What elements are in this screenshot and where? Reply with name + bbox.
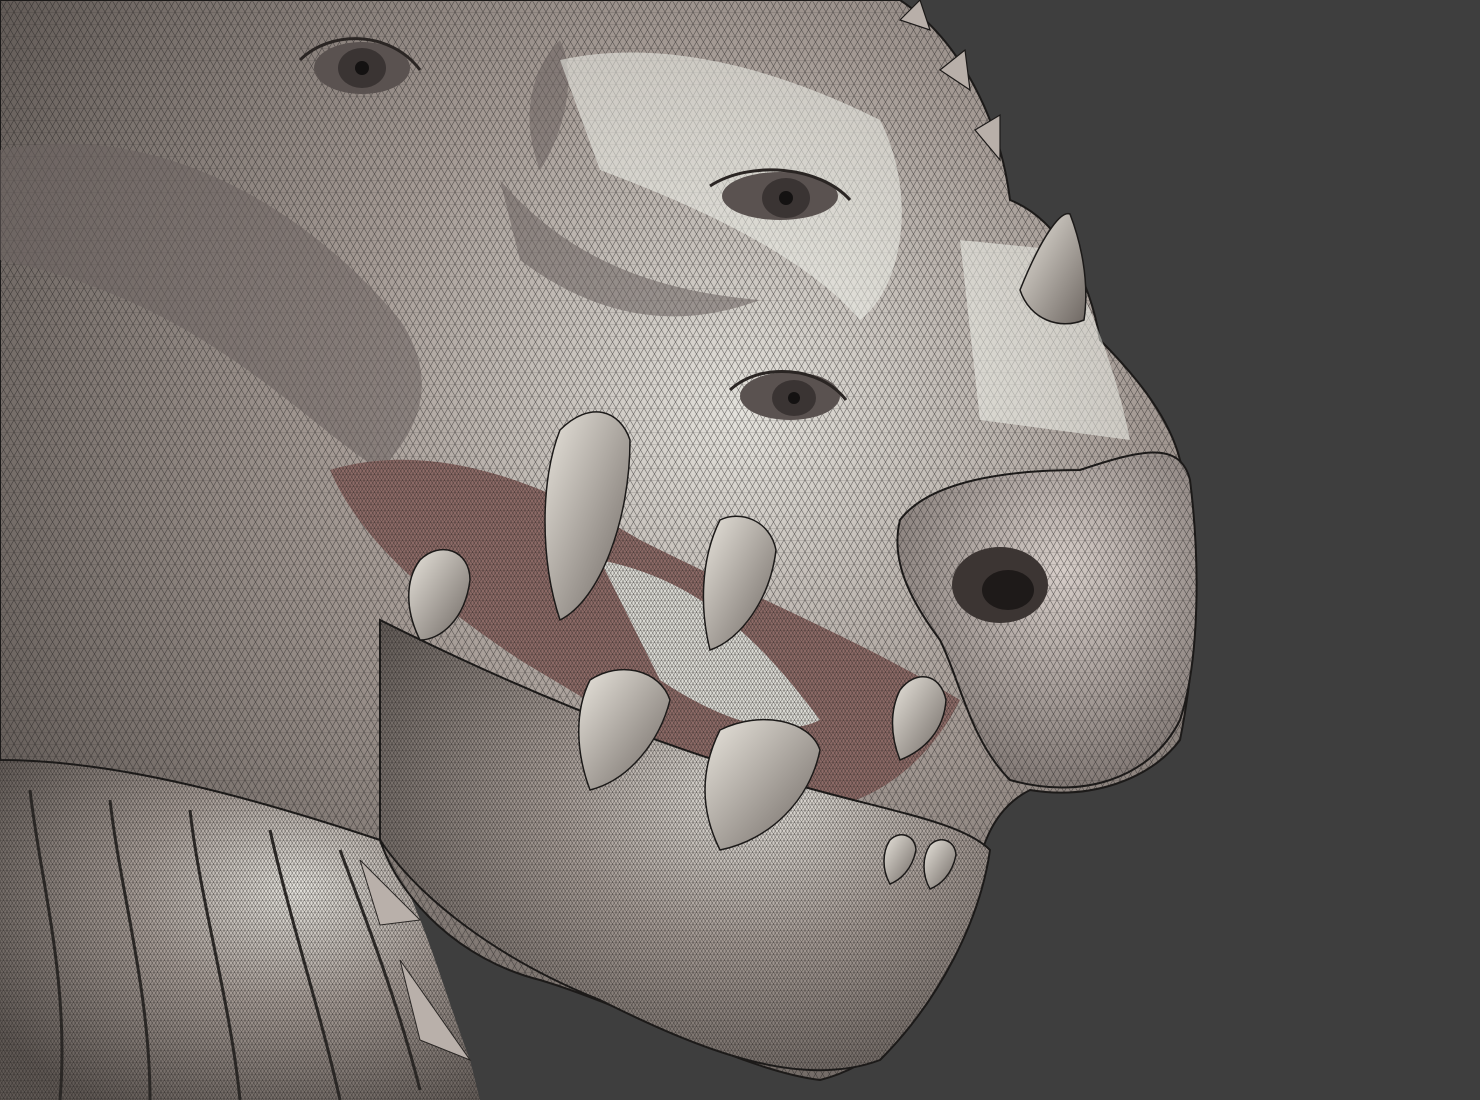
dragon-render (0, 0, 1480, 1100)
nostril (952, 547, 1048, 623)
3d-viewport[interactable] (0, 0, 1480, 1100)
